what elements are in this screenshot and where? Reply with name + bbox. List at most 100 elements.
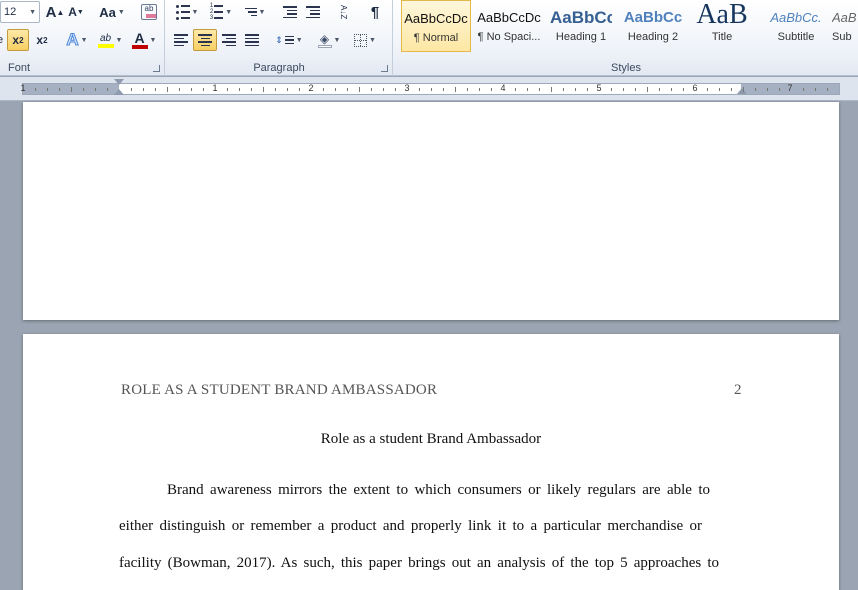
running-head: ROLE AS A STUDENT BRAND AMBASSADOR xyxy=(121,382,438,398)
hanging-indent-marker-icon[interactable] xyxy=(114,89,124,95)
subscript-button[interactable]: x2 xyxy=(7,29,29,51)
style-heading-1[interactable]: AaBbCc Heading 1 xyxy=(545,0,617,52)
chevron-down-icon: ▼ xyxy=(191,8,199,16)
align-left-icon xyxy=(174,34,188,46)
ruler-tick xyxy=(203,88,204,91)
ruler-tick xyxy=(323,88,324,91)
ruler-tick xyxy=(371,88,372,91)
align-right-button[interactable] xyxy=(218,29,240,51)
chevron-down-icon: ▼ xyxy=(117,8,125,16)
bullets-button[interactable]: ▼ xyxy=(172,1,202,23)
style-title-sample: AaB xyxy=(696,0,748,30)
chevron-down-icon: ▼ xyxy=(115,36,123,44)
highlight-color-swatch xyxy=(97,43,114,48)
chevron-down-icon: ▼ xyxy=(333,36,341,44)
ruler-tick xyxy=(815,88,816,91)
ruler-number: 6 xyxy=(692,83,698,93)
align-center-icon xyxy=(198,34,212,46)
style-normal-sample: AaBbCcDc xyxy=(404,11,468,26)
ruler-tick xyxy=(743,87,744,92)
ruler-tick xyxy=(623,88,624,91)
styles-group: AaBbCcDc ¶ Normal AaBbCcDc ¶ No Spaci...… xyxy=(394,0,858,76)
ruler-tick xyxy=(539,88,540,91)
first-line-indent-marker-icon[interactable] xyxy=(114,79,124,85)
align-right-icon xyxy=(222,34,236,46)
justify-button[interactable] xyxy=(241,29,263,51)
style-heading-1-label: Heading 1 xyxy=(555,31,607,43)
align-left-button[interactable] xyxy=(170,29,192,51)
style-heading-2-sample: AaBbCc xyxy=(623,9,683,26)
partial-button[interactable]: e xyxy=(0,29,4,51)
decrease-indent-button[interactable] xyxy=(279,1,301,23)
ruler-tick xyxy=(611,88,612,91)
paragraph-dialog-launcher-icon[interactable] xyxy=(381,65,388,72)
shrink-font-button[interactable]: A ▼ xyxy=(67,1,85,23)
shading-button[interactable]: ◈ ▼ xyxy=(314,29,344,51)
increase-indent-button[interactable] xyxy=(302,1,324,23)
borders-icon xyxy=(354,33,368,47)
ruler-tick xyxy=(467,88,468,91)
paint-bucket-icon: ◈ xyxy=(317,33,332,48)
style-title[interactable]: AaB Title xyxy=(689,0,755,52)
sort-button[interactable]: A↓Z xyxy=(332,1,354,23)
right-indent-marker-icon[interactable] xyxy=(737,88,747,94)
ruler-tick xyxy=(47,88,48,91)
document-page-2[interactable]: ROLE AS A STUDENT BRAND AMBASSADOR 2 Rol… xyxy=(23,334,839,590)
show-formatting-button[interactable]: ¶ xyxy=(364,1,386,23)
ruler-tick xyxy=(587,88,588,91)
style-no-spacing-label: ¶ No Spaci... xyxy=(477,31,541,43)
align-center-button[interactable] xyxy=(193,29,217,51)
ruler-bar: 1 1 2 3 4 5 6 7 xyxy=(0,77,858,101)
font-color-swatch xyxy=(131,44,148,49)
text-effects-button[interactable]: A ▼ xyxy=(63,29,91,51)
ruler-tick xyxy=(83,88,84,91)
numbering-button[interactable]: 1 2 3 ▼ xyxy=(206,1,236,23)
ruler-tick xyxy=(275,88,276,91)
ruler-tick xyxy=(767,88,768,91)
chevron-down-icon: ▼ xyxy=(29,8,36,16)
multilevel-list-button[interactable]: ▼ xyxy=(240,1,270,23)
font-size-dropdown[interactable]: 12 ▼ xyxy=(0,1,40,23)
horizontal-ruler[interactable]: 1 1 2 3 4 5 6 7 xyxy=(20,79,840,95)
ruler-tick xyxy=(755,88,756,91)
document-page-1-bottom[interactable] xyxy=(23,102,839,320)
highlight-glyph: ab xyxy=(99,32,112,44)
style-heading-2[interactable]: AaBbCc Heading 2 xyxy=(617,0,689,52)
change-case-button[interactable]: Aa ▼ xyxy=(97,1,127,23)
font-color-button[interactable]: A ▼ xyxy=(128,29,160,51)
style-no-spacing[interactable]: AaBbCcDc ¶ No Spaci... xyxy=(473,0,545,52)
font-color-glyph: A xyxy=(134,29,145,46)
style-subtitle-sample: AaBbCc. xyxy=(770,10,822,25)
ruler-tick xyxy=(731,88,732,91)
style-heading-1-sample: AaBbCc xyxy=(550,8,612,27)
font-group: 12 ▼ A▲ A▼ Aa▼ ab e x2 x2 A▼ ab xyxy=(0,0,165,76)
clear-formatting-button[interactable]: ab xyxy=(138,1,160,23)
sort-icon: A↓Z xyxy=(339,4,348,20)
subscript-icon: x xyxy=(12,33,20,47)
ruler-tick xyxy=(527,88,528,91)
numbering-icon: 1 2 3 xyxy=(210,3,224,21)
ruler-tick xyxy=(263,87,264,92)
ruler-tick xyxy=(335,88,336,91)
ruler-tick xyxy=(479,88,480,91)
font-dialog-launcher-icon[interactable] xyxy=(153,65,160,72)
ruler-tick xyxy=(779,88,780,91)
paragraph-line: Brand awareness mirrors the extent to wh… xyxy=(167,482,710,498)
ruler-tick xyxy=(575,88,576,91)
change-case-icon: Aa xyxy=(99,4,116,20)
superscript-icon: x xyxy=(36,33,44,47)
ruler-number: 1 xyxy=(20,83,26,93)
style-subtle-emphasis[interactable]: AaB Sub xyxy=(832,0,858,52)
superscript-button[interactable]: x2 xyxy=(31,29,53,51)
ruler-tick xyxy=(635,88,636,91)
style-normal[interactable]: AaBbCcDc ¶ Normal xyxy=(401,0,471,52)
ruler-tick xyxy=(683,88,684,91)
style-normal-label: ¶ Normal xyxy=(413,32,459,44)
highlight-button[interactable]: ab ▼ xyxy=(94,29,126,51)
borders-button[interactable]: ▼ xyxy=(350,29,380,51)
bullets-icon xyxy=(175,4,190,20)
grow-font-button[interactable]: A ▲ xyxy=(45,1,65,23)
style-subtitle[interactable]: AaBbCc. Subtitle xyxy=(760,0,832,52)
line-spacing-button[interactable]: ⇕ ▼ xyxy=(274,29,304,51)
ruler-tick xyxy=(131,88,132,91)
